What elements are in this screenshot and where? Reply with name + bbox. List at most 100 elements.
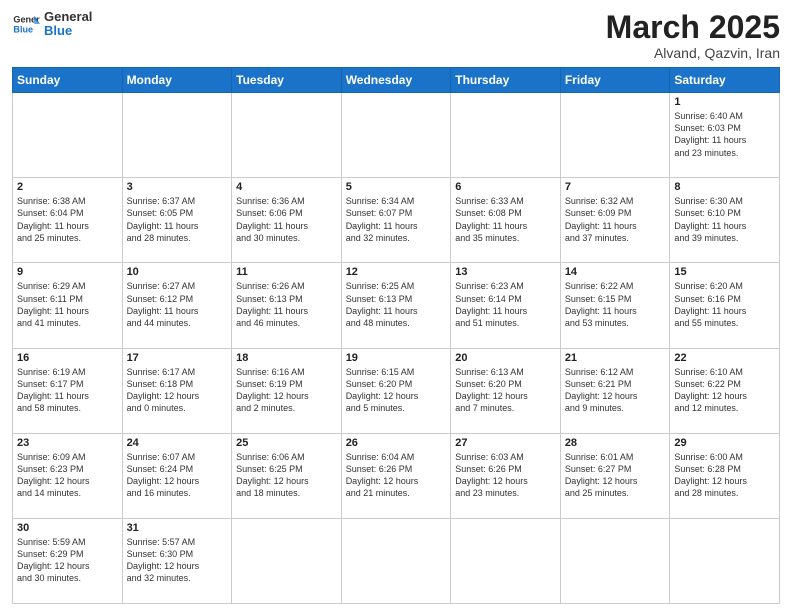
day-number: 12	[346, 266, 447, 278]
cell-sun-info: Sunrise: 6:38 AM Sunset: 6:04 PM Dayligh…	[17, 195, 118, 244]
day-number: 7	[565, 181, 666, 193]
page: General Blue General Blue March 2025 Alv…	[0, 0, 792, 612]
cell-sun-info: Sunrise: 5:57 AM Sunset: 6:30 PM Dayligh…	[127, 536, 228, 585]
calendar-cell: 10Sunrise: 6:27 AM Sunset: 6:12 PM Dayli…	[122, 263, 232, 348]
day-number: 22	[674, 352, 775, 364]
calendar-cell	[13, 93, 123, 178]
day-number: 8	[674, 181, 775, 193]
cell-sun-info: Sunrise: 6:34 AM Sunset: 6:07 PM Dayligh…	[346, 195, 447, 244]
logo-icon: General Blue	[12, 10, 40, 38]
calendar-week-6: 30Sunrise: 5:59 AM Sunset: 6:29 PM Dayli…	[13, 518, 780, 603]
title-block: March 2025 Alvand, Qazvin, Iran	[606, 10, 780, 61]
calendar-cell	[451, 93, 561, 178]
cell-sun-info: Sunrise: 6:27 AM Sunset: 6:12 PM Dayligh…	[127, 280, 228, 329]
calendar-cell	[341, 93, 451, 178]
cell-sun-info: Sunrise: 6:15 AM Sunset: 6:20 PM Dayligh…	[346, 366, 447, 415]
day-number: 18	[236, 352, 337, 364]
calendar-cell: 28Sunrise: 6:01 AM Sunset: 6:27 PM Dayli…	[560, 433, 670, 518]
calendar-cell: 7Sunrise: 6:32 AM Sunset: 6:09 PM Daylig…	[560, 178, 670, 263]
day-number: 1	[674, 96, 775, 108]
day-number: 11	[236, 266, 337, 278]
day-header-thursday: Thursday	[451, 68, 561, 93]
calendar-cell	[232, 93, 342, 178]
day-number: 13	[455, 266, 556, 278]
cell-sun-info: Sunrise: 6:13 AM Sunset: 6:20 PM Dayligh…	[455, 366, 556, 415]
calendar-cell: 27Sunrise: 6:03 AM Sunset: 6:26 PM Dayli…	[451, 433, 561, 518]
calendar-cell	[122, 93, 232, 178]
day-number: 2	[17, 181, 118, 193]
cell-sun-info: Sunrise: 6:12 AM Sunset: 6:21 PM Dayligh…	[565, 366, 666, 415]
cell-sun-info: Sunrise: 6:36 AM Sunset: 6:06 PM Dayligh…	[236, 195, 337, 244]
calendar-cell: 23Sunrise: 6:09 AM Sunset: 6:23 PM Dayli…	[13, 433, 123, 518]
cell-sun-info: Sunrise: 6:33 AM Sunset: 6:08 PM Dayligh…	[455, 195, 556, 244]
header: General Blue General Blue March 2025 Alv…	[12, 10, 780, 61]
day-number: 16	[17, 352, 118, 364]
calendar-cell: 16 Sunrise: 6:19 AM Sunset: 6:17 PM Dayli…	[13, 348, 123, 433]
cell-sun-info: Sunrise: 6:17 AM Sunset: 6:18 PM Dayligh…	[127, 366, 228, 415]
cell-sun-info: Sunrise: 6:25 AM Sunset: 6:13 PM Dayligh…	[346, 280, 447, 329]
calendar-cell	[451, 518, 561, 603]
day-number: 24	[127, 437, 228, 449]
calendar-cell	[232, 518, 342, 603]
calendar-cell: 15Sunrise: 6:20 AM Sunset: 6:16 PM Dayli…	[670, 263, 780, 348]
svg-text:Blue: Blue	[13, 25, 33, 35]
calendar-cell: 18 Sunrise: 6:16 AM Sunset: 6:19 PM Dayli…	[232, 348, 342, 433]
day-number: 17	[127, 352, 228, 364]
calendar-week-4: 16 Sunrise: 6:19 AM Sunset: 6:17 PM Dayli…	[13, 348, 780, 433]
calendar-cell: 19 Sunrise: 6:15 AM Sunset: 6:20 PM Dayli…	[341, 348, 451, 433]
calendar-cell: 2 Sunrise: 6:38 AM Sunset: 6:04 PM Daylig…	[13, 178, 123, 263]
day-number: 15	[674, 266, 775, 278]
calendar-cell: 31 Sunrise: 5:57 AM Sunset: 6:30 PM Dayli…	[122, 518, 232, 603]
calendar-cell: 25Sunrise: 6:06 AM Sunset: 6:25 PM Dayli…	[232, 433, 342, 518]
day-number: 9	[17, 266, 118, 278]
day-number: 6	[455, 181, 556, 193]
cell-sun-info: Sunrise: 6:23 AM Sunset: 6:14 PM Dayligh…	[455, 280, 556, 329]
day-number: 28	[565, 437, 666, 449]
calendar-cell: 30Sunrise: 5:59 AM Sunset: 6:29 PM Dayli…	[13, 518, 123, 603]
calendar-week-1: 1 Sunrise: 6:40 AM Sunset: 6:03 PM Daylig…	[13, 93, 780, 178]
day-header-wednesday: Wednesday	[341, 68, 451, 93]
day-number: 19	[346, 352, 447, 364]
day-number: 3	[127, 181, 228, 193]
day-number: 23	[17, 437, 118, 449]
calendar-cell: 8 Sunrise: 6:30 AM Sunset: 6:10 PM Daylig…	[670, 178, 780, 263]
calendar-cell: 12 Sunrise: 6:25 AM Sunset: 6:13 PM Dayli…	[341, 263, 451, 348]
cell-sun-info: Sunrise: 6:16 AM Sunset: 6:19 PM Dayligh…	[236, 366, 337, 415]
calendar-cell: 3Sunrise: 6:37 AM Sunset: 6:05 PM Daylig…	[122, 178, 232, 263]
calendar-cell: 21 Sunrise: 6:12 AM Sunset: 6:21 PM Dayli…	[560, 348, 670, 433]
calendar-week-3: 9 Sunrise: 6:29 AM Sunset: 6:11 PM Daylig…	[13, 263, 780, 348]
cell-sun-info: Sunrise: 6:29 AM Sunset: 6:11 PM Dayligh…	[17, 280, 118, 329]
day-number: 21	[565, 352, 666, 364]
logo-general-text: General	[44, 10, 92, 24]
calendar-cell: 20 Sunrise: 6:13 AM Sunset: 6:20 PM Dayli…	[451, 348, 561, 433]
cell-sun-info: Sunrise: 6:40 AM Sunset: 6:03 PM Dayligh…	[674, 110, 775, 159]
day-number: 29	[674, 437, 775, 449]
calendar-week-2: 2 Sunrise: 6:38 AM Sunset: 6:04 PM Daylig…	[13, 178, 780, 263]
calendar-cell	[560, 518, 670, 603]
calendar-cell: 14Sunrise: 6:22 AM Sunset: 6:15 PM Dayli…	[560, 263, 670, 348]
day-header-saturday: Saturday	[670, 68, 780, 93]
cell-sun-info: Sunrise: 6:22 AM Sunset: 6:15 PM Dayligh…	[565, 280, 666, 329]
cell-sun-info: Sunrise: 6:19 AM Sunset: 6:17 PM Dayligh…	[17, 366, 118, 415]
calendar-cell: 13 Sunrise: 6:23 AM Sunset: 6:14 PM Dayli…	[451, 263, 561, 348]
logo-blue-text: Blue	[44, 24, 92, 38]
cell-sun-info: Sunrise: 6:30 AM Sunset: 6:10 PM Dayligh…	[674, 195, 775, 244]
month-title: March 2025	[606, 10, 780, 45]
day-number: 20	[455, 352, 556, 364]
calendar-cell: 24 Sunrise: 6:07 AM Sunset: 6:24 PM Dayli…	[122, 433, 232, 518]
day-number: 31	[127, 522, 228, 534]
day-header-monday: Monday	[122, 68, 232, 93]
logo: General Blue General Blue	[12, 10, 92, 39]
cell-sun-info: Sunrise: 5:59 AM Sunset: 6:29 PM Dayligh…	[17, 536, 118, 585]
day-number: 4	[236, 181, 337, 193]
cell-sun-info: Sunrise: 6:04 AM Sunset: 6:26 PM Dayligh…	[346, 451, 447, 500]
calendar-cell	[560, 93, 670, 178]
calendar-cell: 11Sunrise: 6:26 AM Sunset: 6:13 PM Dayli…	[232, 263, 342, 348]
day-number: 27	[455, 437, 556, 449]
cell-sun-info: Sunrise: 6:00 AM Sunset: 6:28 PM Dayligh…	[674, 451, 775, 500]
day-number: 26	[346, 437, 447, 449]
cell-sun-info: Sunrise: 6:07 AM Sunset: 6:24 PM Dayligh…	[127, 451, 228, 500]
calendar-cell: 22Sunrise: 6:10 AM Sunset: 6:22 PM Dayli…	[670, 348, 780, 433]
calendar-cell: 4 Sunrise: 6:36 AM Sunset: 6:06 PM Daylig…	[232, 178, 342, 263]
day-header-sunday: Sunday	[13, 68, 123, 93]
